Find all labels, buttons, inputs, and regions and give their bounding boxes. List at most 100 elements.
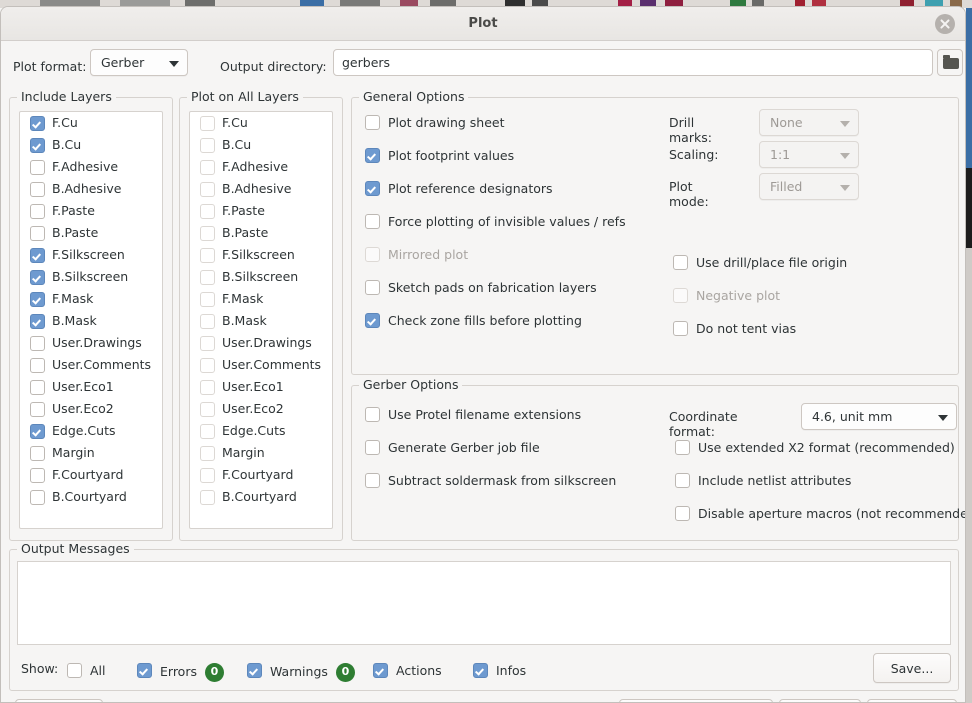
run-drc-button[interactable]: Run DRC... — [15, 699, 103, 702]
general-option-label: Plot footprint values — [388, 148, 515, 163]
gerber-option-right-checkbox[interactable]: Disable aperture macros (not recommended… — [675, 506, 965, 522]
layer-row[interactable]: B.Courtyard — [20, 486, 162, 508]
general-option-checkbox[interactable]: Check zone fills before plotting — [365, 313, 582, 329]
general-option-right-checkbox[interactable]: Use drill/place file origin — [673, 255, 847, 271]
layer-row[interactable]: F.Mask — [190, 288, 332, 310]
gerber-option-label: Subtract soldermask from silkscreen — [388, 473, 617, 488]
layer-row[interactable]: User.Eco2 — [190, 398, 332, 420]
plot-format-value: Gerber — [101, 55, 145, 70]
layer-row[interactable]: F.Adhesive — [190, 156, 332, 178]
coordinate-format-select[interactable]: 4.6, unit mm — [801, 403, 957, 430]
layer-row[interactable]: User.Comments — [20, 354, 162, 376]
plot-button[interactable]: Plot — [867, 699, 957, 702]
general-option-field-label: Scaling: — [669, 147, 719, 162]
plot-dialog: Plot Plot format: Gerber Output director… — [0, 6, 966, 703]
output-directory-input[interactable] — [333, 49, 933, 76]
general-option-right-checkbox[interactable]: Do not tent vias — [673, 321, 796, 337]
layer-row[interactable]: User.Drawings — [190, 332, 332, 354]
general-option-checkbox[interactable]: Plot drawing sheet — [365, 115, 505, 131]
layer-row[interactable]: F.Adhesive — [20, 156, 162, 178]
dialog-body: Plot format: Gerber Output directory: In… — [1, 41, 965, 702]
layer-row[interactable]: F.Courtyard — [20, 464, 162, 486]
layer-row[interactable]: User.Comments — [190, 354, 332, 376]
general-option-field-value: 1:1 — [770, 147, 791, 162]
checkbox-icon — [30, 182, 45, 197]
layer-row[interactable]: Edge.Cuts — [190, 420, 332, 442]
layer-row[interactable]: User.Eco1 — [190, 376, 332, 398]
top-toolbar: Plot format: Gerber Output directory: — [1, 47, 965, 87]
layer-row[interactable]: B.Adhesive — [190, 178, 332, 200]
checkbox-icon — [200, 424, 215, 439]
output-messages-textarea[interactable] — [17, 561, 951, 645]
general-option-checkbox[interactable]: Plot reference designators — [365, 181, 553, 197]
layer-row[interactable]: B.Cu — [190, 134, 332, 156]
coordinate-format-label: Coordinate format: — [669, 409, 738, 439]
layer-row[interactable]: B.Silkscreen — [20, 266, 162, 288]
layer-row[interactable]: F.Courtyard — [190, 464, 332, 486]
include-layers-list[interactable]: F.Cu B.Cu F.Adhesive B.Adhesive F.Paste B.Pas… — [19, 111, 163, 529]
layer-row[interactable]: B.Mask — [190, 310, 332, 332]
background-app-edge-dark — [966, 168, 972, 248]
layer-row[interactable]: Margin — [190, 442, 332, 464]
layer-row[interactable]: F.Paste — [20, 200, 162, 222]
layer-row[interactable]: User.Drawings — [20, 332, 162, 354]
general-option-checkbox[interactable]: Force plotting of invisible values / ref… — [365, 214, 626, 230]
message-filter-actions[interactable]: Actions — [373, 663, 442, 679]
general-option-field-value: Filled — [770, 179, 803, 194]
layer-row[interactable]: Margin — [20, 442, 162, 464]
layer-label: F.Courtyard — [222, 467, 294, 482]
layer-label: F.Cu — [222, 115, 248, 130]
layer-row[interactable]: F.Silkscreen — [190, 244, 332, 266]
checkbox-icon — [365, 181, 380, 196]
layer-row[interactable]: User.Eco1 — [20, 376, 162, 398]
gerber-option-checkbox[interactable]: Use Protel filename extensions — [365, 407, 581, 423]
layer-row[interactable]: F.Silkscreen — [20, 244, 162, 266]
checkbox-icon — [365, 313, 380, 328]
layer-row[interactable]: F.Mask — [20, 288, 162, 310]
message-filter-all[interactable]: All — [67, 663, 106, 679]
message-filter-warnings[interactable]: Warnings 0 — [247, 663, 355, 682]
chevron-down-icon — [840, 152, 850, 159]
layer-row[interactable]: User.Eco2 — [20, 398, 162, 420]
gerber-option-right-checkbox[interactable]: Use extended X2 format (recommended) — [675, 440, 955, 456]
plot-format-select[interactable]: Gerber — [90, 49, 188, 76]
gerber-option-checkbox[interactable]: Generate Gerber job file — [365, 440, 540, 456]
gerber-option-checkbox[interactable]: Subtract soldermask from silkscreen — [365, 473, 616, 489]
save-messages-button[interactable]: Save... — [873, 653, 951, 683]
checkbox-icon — [675, 473, 690, 488]
close-button[interactable]: Close — [779, 699, 861, 702]
close-icon[interactable] — [935, 14, 955, 34]
checkbox-icon — [200, 138, 215, 153]
message-filter-errors[interactable]: Errors 0 — [137, 663, 224, 682]
layer-row[interactable]: B.Silkscreen — [190, 266, 332, 288]
layer-row[interactable]: B.Paste — [20, 222, 162, 244]
plot-on-all-layers-list[interactable]: F.Cu B.Cu F.Adhesive B.Adhesive F.Paste B.Pas… — [189, 111, 333, 529]
layer-label: User.Comments — [52, 357, 152, 372]
gerber-option-right-checkbox[interactable]: Include netlist attributes — [675, 473, 851, 489]
layer-row[interactable]: B.Cu — [20, 134, 162, 156]
message-filter-bar: Show: — [21, 661, 58, 676]
layer-row[interactable]: F.Cu — [20, 112, 162, 134]
layer-row[interactable]: B.Paste — [190, 222, 332, 244]
message-filter-label: Infos — [496, 663, 527, 678]
output-messages-legend: Output Messages — [17, 541, 134, 556]
layer-row[interactable]: Edge.Cuts — [20, 420, 162, 442]
checkbox-icon — [200, 226, 215, 241]
layer-label: B.Adhesive — [52, 181, 122, 196]
general-option-checkbox[interactable]: Plot footprint values — [365, 148, 514, 164]
plot-format-label: Plot format: — [13, 59, 87, 74]
layer-row[interactable]: B.Mask — [20, 310, 162, 332]
layer-row[interactable]: B.Adhesive — [20, 178, 162, 200]
general-option-checkbox[interactable]: Sketch pads on fabrication layers — [365, 280, 597, 296]
message-filter-badge: 0 — [204, 663, 224, 682]
layer-row[interactable]: B.Courtyard — [190, 486, 332, 508]
generate-drill-files-button[interactable]: Generate Drill Files... — [619, 699, 773, 702]
layer-row[interactable]: F.Cu — [190, 112, 332, 134]
general-option-field-select: Filled — [759, 173, 859, 200]
layer-label: User.Eco2 — [52, 401, 114, 416]
layer-label: User.Drawings — [222, 335, 312, 350]
layer-row[interactable]: F.Paste — [190, 200, 332, 222]
browse-directory-button[interactable] — [937, 49, 963, 76]
general-option-label: Plot drawing sheet — [388, 115, 505, 130]
message-filter-infos[interactable]: Infos — [473, 663, 526, 679]
